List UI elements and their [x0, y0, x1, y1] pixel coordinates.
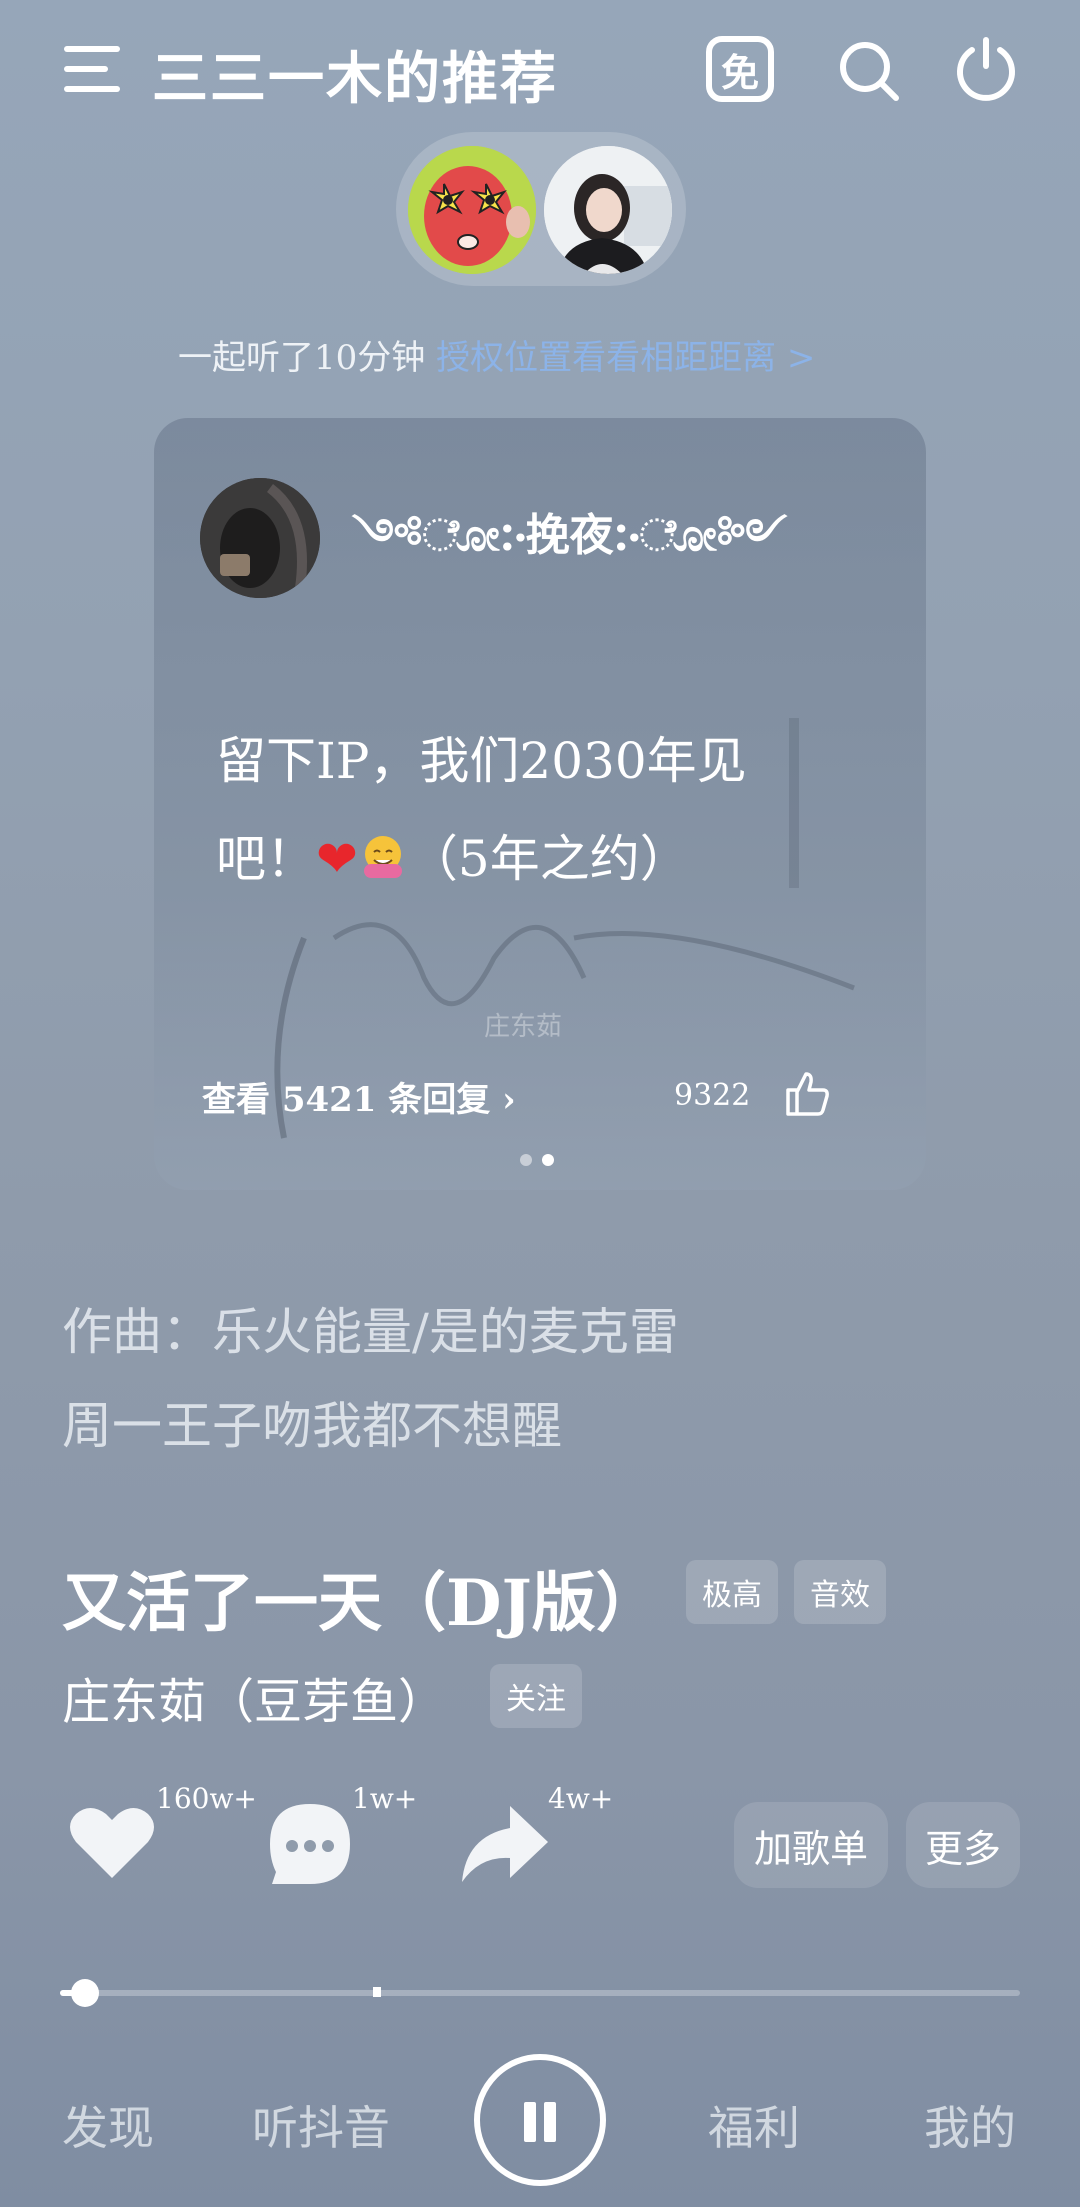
commenter-username[interactable]: ༺ೋ჻挽夜჻ೋ༻	[352, 486, 787, 610]
heart-icon[interactable]	[64, 1794, 160, 1890]
search-icon[interactable]	[836, 38, 902, 104]
progress-track[interactable]	[60, 1990, 1020, 1996]
lyric-line-1[interactable]: 作曲：乐火能量/是的麦克雷	[62, 1292, 679, 1364]
sound-effect-tag[interactable]: 音效	[794, 1560, 886, 1624]
artist-name[interactable]: 庄东茹（豆芽鱼）	[62, 1662, 446, 1732]
listen-together-line: 一起听了10分钟 授权位置看看相距距离 >	[178, 330, 815, 379]
nav-discover[interactable]: 发现	[62, 2092, 154, 2158]
free-icon-label: 免	[720, 49, 759, 95]
page-title[interactable]: 三三一木的推荐	[152, 34, 558, 115]
quality-tag[interactable]: 极高	[686, 1560, 778, 1624]
pause-icon-bar-left	[524, 2102, 536, 2142]
comment-like-count: 9322	[674, 1078, 751, 1113]
more-button[interactable]: 更多	[906, 1802, 1020, 1888]
comment-count: 1w+	[352, 1782, 418, 1815]
hugging-face-emoji-icon	[363, 836, 402, 878]
comment-line-2: 吧！❤ （5年之约）	[216, 810, 816, 908]
nav-welfare[interactable]: 福利	[708, 2092, 800, 2158]
page-dot	[520, 1154, 532, 1166]
pause-button[interactable]	[474, 2054, 606, 2186]
progress-handle[interactable]	[71, 1979, 100, 2007]
follow-button[interactable]: 关注	[490, 1664, 582, 1728]
page-dot-active	[542, 1154, 554, 1166]
progress-buffer-mark	[372, 1987, 381, 1997]
share-count: 4w+	[548, 1782, 614, 1815]
like-count: 160w+	[156, 1782, 257, 1815]
card-page-indicator	[520, 1154, 554, 1166]
song-title[interactable]: 又活了一天（DJ版）	[62, 1552, 660, 1644]
heart-emoji-icon: ❤	[316, 830, 358, 888]
lyric-line-2[interactable]: 周一王子吻我都不想醒	[62, 1386, 562, 1458]
power-icon[interactable]	[952, 34, 1020, 102]
comment-line-1: 留下IP，我们2030年见	[216, 732, 747, 790]
thumbs-up-icon[interactable]	[782, 1068, 832, 1118]
comment-line-2-end: （5年之约）	[407, 830, 690, 888]
commenter-avatar[interactable]	[200, 478, 320, 598]
hot-comment-card[interactable]: ༺ೋ჻挽夜჻ೋ༻ 留下IP，我们2030年见 吧！❤ （5年之约） 庄东茹 查看 …	[154, 418, 926, 1190]
pause-icon-bar-right	[544, 2102, 556, 2142]
listen-duration-text: 一起听了10分钟	[178, 338, 426, 378]
authorize-location-link[interactable]: 授权位置看看相距距离 >	[436, 338, 815, 378]
comment-line-2-start: 吧！	[216, 830, 316, 888]
view-replies-link[interactable]: 查看 5421 条回复 ›	[202, 1072, 516, 1121]
free-icon[interactable]: 免	[706, 36, 774, 102]
listener-avatar-cartoon[interactable]	[408, 146, 536, 274]
comment-text: 留下IP，我们2030年见 吧！❤ （5年之约）	[216, 712, 816, 908]
nav-listen-douyin[interactable]: 听抖音	[252, 2092, 390, 2158]
menu-icon[interactable]	[64, 44, 124, 94]
listener-avatar-photo[interactable]	[544, 146, 672, 274]
comment-icon[interactable]	[262, 1796, 358, 1892]
share-icon[interactable]	[456, 1796, 552, 1892]
album-art-artist-name: 庄东茹	[484, 1012, 563, 1042]
add-to-playlist-button[interactable]: 加歌单	[734, 1802, 888, 1888]
nav-mine[interactable]: 我的	[924, 2092, 1016, 2158]
